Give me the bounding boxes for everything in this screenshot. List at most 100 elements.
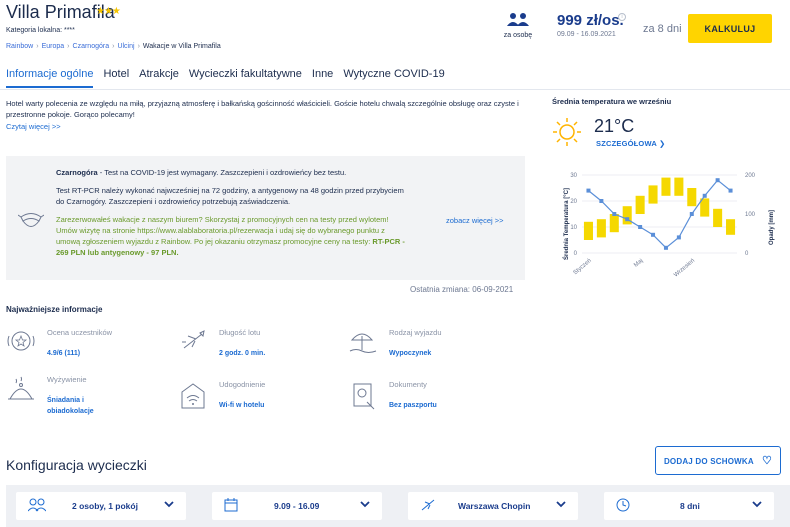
info-label: Wyżywienie	[47, 375, 87, 384]
config-travelers-select[interactable]: 2 osoby, 1 pokój	[16, 492, 186, 520]
covid-see-more-link[interactable]: zobacz więcej >>	[446, 216, 504, 225]
chart-bar	[583, 221, 593, 240]
breadcrumb-rainbow[interactable]: Rainbow	[6, 43, 33, 50]
hotel-stars: ★★★	[96, 6, 121, 17]
breadcrumb-czarnogora[interactable]: Czarnogóra	[73, 43, 110, 50]
tab-wycieczki[interactable]: Wycieczki fakultatywne	[189, 68, 302, 88]
plane-icon	[182, 330, 205, 349]
hotel-description: Hotel warty polecenia ze względu na miłą…	[6, 99, 519, 119]
breadcrumb-separator: ›	[67, 43, 70, 50]
covid-headline: - Test na COVID-19 jest wymagany. Zaszcz…	[97, 168, 347, 177]
beach-icon	[349, 333, 377, 353]
chart-ytick-left: 10	[570, 225, 577, 231]
breadcrumb-current: Wakacje w Villa Primafila	[142, 43, 221, 50]
tab-bar: Informacje ogólne Hotel Atrakcje Wyciecz…	[6, 68, 455, 88]
chart-point	[728, 188, 733, 193]
chart-xtick: Wrzesień	[673, 258, 696, 279]
price: 999 zł/os.	[557, 12, 624, 29]
breadcrumb-ulcinj[interactable]: Ulcinj	[117, 43, 134, 50]
chart-bar	[648, 185, 658, 204]
flight-length-value[interactable]: 2 godz. 0 min.	[219, 348, 265, 359]
chart-point	[663, 245, 668, 250]
chart-point	[612, 212, 617, 216]
tab-atrakcje[interactable]: Atrakcje	[139, 68, 179, 88]
clock-icon	[616, 498, 630, 512]
info-label: Długość lotu	[219, 328, 261, 337]
chart-ylabel-right: Opady [mm]	[769, 210, 775, 245]
chart-ytick-right: 0	[745, 251, 749, 257]
chart-point	[586, 188, 591, 193]
chart-bar	[635, 195, 645, 214]
chart-ytick-left: 30	[570, 173, 577, 179]
tab-covid[interactable]: Wytyczne COVID-19	[343, 68, 444, 88]
info-label: Ocena uczestników	[47, 328, 113, 337]
heart-icon: ♡	[761, 455, 773, 467]
tab-inne[interactable]: Inne	[312, 68, 333, 88]
people-icon	[28, 498, 46, 512]
sun-icon	[553, 118, 581, 146]
temperature-title: Średnia temperatura we wrześniu	[552, 97, 672, 106]
detailed-link-label: SZCZEGÓŁOWA	[596, 139, 657, 148]
chart-point	[625, 217, 630, 222]
chart-point	[638, 225, 643, 229]
chart-ytick-right: 200	[745, 173, 756, 179]
tab-hotel[interactable]: Hotel	[103, 68, 129, 88]
board-value[interactable]: Śniadania i obiadokolacje	[47, 395, 107, 417]
chart-bar	[726, 219, 736, 235]
chart-point	[715, 178, 720, 183]
chevron-right-icon: ❯	[658, 139, 666, 148]
dates-value: 9.09 - 16.09	[274, 501, 320, 511]
chart-ytick-left: 20	[570, 199, 577, 205]
temperature-value: 21°C	[594, 116, 635, 136]
duration-value: 8 dni	[680, 501, 700, 511]
virus-icon	[18, 213, 44, 227]
chart-point	[676, 235, 681, 240]
covid-promo: Zarezerwowałeś wakacje z naszym biurem? …	[56, 215, 389, 246]
breadcrumb-separator: ›	[137, 43, 140, 50]
read-more-link[interactable]: Czytaj więcej >>	[6, 122, 61, 131]
chevron-down-icon	[752, 501, 762, 508]
chart-bar	[674, 177, 684, 196]
chart-ylabel-left: Średnia Temperatura [°C]	[563, 188, 570, 260]
chart-bar	[609, 214, 619, 233]
config-duration-select[interactable]: 8 dni	[604, 492, 774, 520]
local-category: Kategoria lokalna: ****	[6, 27, 75, 34]
trip-config-title: Konfiguracja wycieczki	[6, 457, 147, 473]
info-label: Dokumenty	[389, 380, 427, 389]
covid-paragraph: Test RT-PCR należy wykonać najwcześniej …	[56, 186, 404, 206]
tab-informacje-ogolne[interactable]: Informacje ogólne	[6, 68, 94, 88]
info-label: Rodzaj wyjazdu	[389, 328, 442, 337]
calculate-button[interactable]: KALKULUJ	[688, 14, 772, 43]
important-info-title: Najważniejsze informacje	[6, 305, 103, 314]
chart-series-line	[588, 179, 731, 249]
per-person-label: za osobę	[503, 32, 533, 39]
food-icon	[8, 376, 34, 400]
info-icon[interactable]: i	[618, 13, 626, 21]
airport-value: Warszawa Chopin	[458, 501, 531, 511]
chart-ytick-right: 100	[745, 212, 756, 218]
add-to-favorites-button[interactable]: DODAJ DO SCHOWKA ♡	[655, 446, 781, 475]
trip-dates: 09.09 - 16.09.2021	[557, 31, 616, 38]
chart-xtick: Styczeń	[573, 258, 593, 276]
trip-type-value[interactable]: Wypoczynek	[389, 348, 431, 359]
rating-icon	[7, 331, 35, 351]
documents-value[interactable]: Bez paszportu	[389, 400, 437, 411]
covid-text: Czarnogóra - Test na COVID-19 jest wymag…	[56, 167, 406, 265]
config-dates-select[interactable]: 9.09 - 16.09	[212, 492, 382, 520]
people-icon	[507, 13, 529, 26]
chart-bar	[713, 208, 723, 227]
chart-point	[702, 193, 707, 198]
covid-country: Czarnogóra	[56, 168, 98, 177]
amenity-value[interactable]: Wi-fi w hotelu	[219, 400, 264, 411]
breadcrumb: Rainbow › Europa › Czarnogóra › Ulcinj › Wakacje…	[6, 43, 221, 50]
wifi-icon	[181, 383, 205, 409]
chart-bar	[687, 188, 697, 207]
config-airport-select[interactable]: Warszawa Chopin	[408, 492, 578, 520]
detailed-link[interactable]: SZCZEGÓŁOWA ❯	[596, 139, 665, 148]
chevron-down-icon	[164, 501, 174, 508]
chevron-down-icon	[556, 501, 566, 508]
per-person-indicator: za osobę	[498, 12, 538, 40]
last-change: Ostatnia zmiana: 06-09-2021	[410, 285, 514, 294]
rating-value[interactable]: 4.9/6 (111)	[47, 348, 80, 359]
breadcrumb-europa[interactable]: Europa	[42, 43, 65, 50]
